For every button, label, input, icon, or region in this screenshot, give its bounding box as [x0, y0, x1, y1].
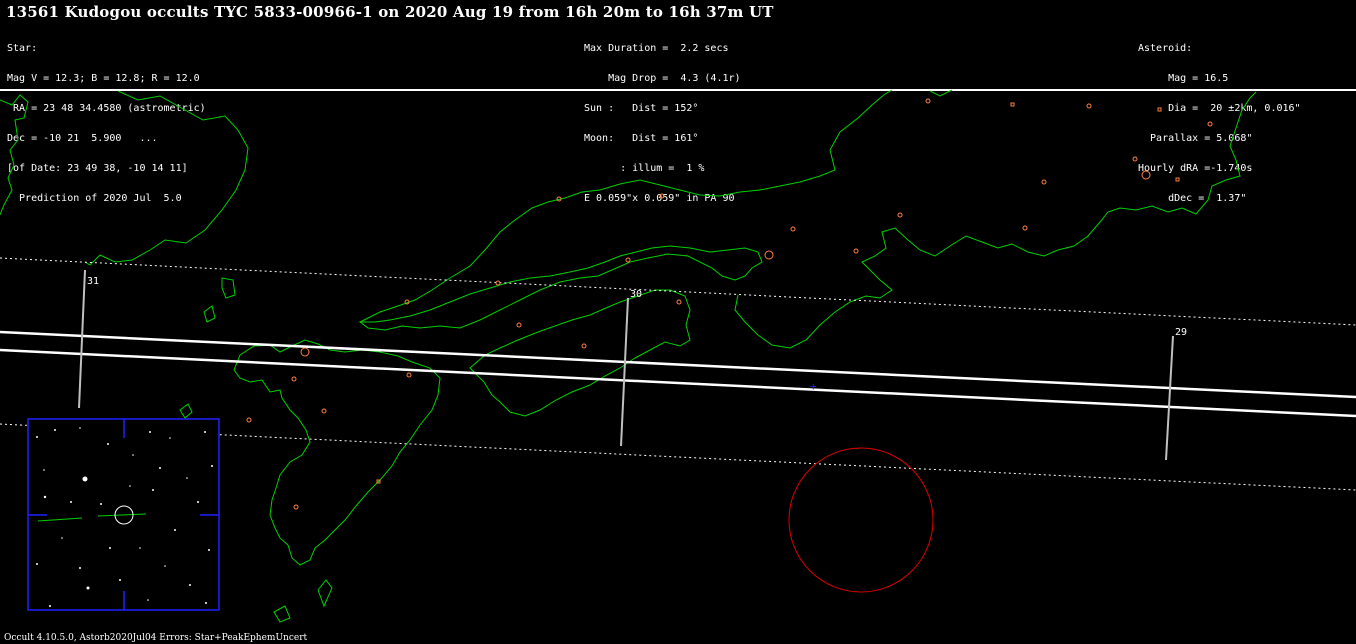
path-limit-south	[0, 348, 1356, 418]
footer-credits: Occult 4.10.5.0, Astorb2020Jul04 Errors:…	[4, 633, 308, 643]
sky-plane-circle	[788, 447, 934, 593]
coastline-yakushima	[273, 605, 291, 623]
city-marker	[581, 343, 587, 349]
city-markers	[246, 98, 1213, 510]
city-marker	[300, 347, 310, 357]
star	[119, 579, 121, 581]
star	[147, 599, 149, 601]
coastline-island-small-2	[203, 305, 216, 323]
star	[107, 443, 109, 445]
city-marker	[291, 376, 297, 382]
star	[100, 503, 102, 505]
star	[86, 586, 90, 590]
coastline-noto	[929, 89, 953, 97]
time-tick-label: 29	[1175, 327, 1187, 338]
city-marker	[1157, 107, 1162, 112]
city-marker	[1022, 225, 1028, 231]
city-marker	[1132, 156, 1138, 162]
star	[174, 529, 176, 531]
path-limit-north	[0, 330, 1356, 399]
time-tick-label: 31	[87, 276, 99, 287]
star-field-inset	[27, 418, 220, 611]
city-marker	[293, 504, 299, 510]
star	[70, 501, 72, 503]
coastline-seto-inland	[358, 245, 763, 331]
star	[61, 537, 63, 539]
coastline-kii-peninsula	[734, 91, 1257, 349]
city-marker	[625, 257, 631, 263]
city-marker	[1010, 102, 1015, 107]
city-marker	[659, 193, 665, 199]
city-marker	[1041, 179, 1047, 185]
city-marker	[676, 299, 682, 305]
star	[79, 567, 81, 569]
city-marker	[764, 250, 774, 260]
city-marker	[246, 417, 252, 423]
star	[208, 549, 210, 551]
city-marker	[1086, 103, 1092, 109]
coastline-kyushu	[233, 339, 441, 566]
star	[43, 469, 45, 471]
coastline-goto-island	[179, 403, 193, 419]
coastline-manchuria	[84, 90, 249, 266]
star	[129, 485, 131, 487]
occultation-map: 31 30 29 +	[0, 89, 1356, 623]
star	[169, 437, 171, 439]
star	[189, 584, 191, 586]
coastline-island-small	[221, 277, 236, 299]
coastline-tanegashima	[317, 579, 333, 608]
city-marker	[897, 212, 903, 218]
star	[186, 477, 188, 479]
city-marker	[516, 322, 522, 328]
time-tick-29	[1165, 335, 1174, 461]
city-marker	[1141, 170, 1151, 180]
star	[152, 489, 154, 491]
star	[49, 605, 51, 607]
star	[204, 431, 206, 433]
star	[43, 495, 47, 499]
star	[205, 602, 207, 604]
star	[82, 476, 88, 482]
star	[79, 427, 81, 429]
star	[36, 563, 38, 565]
time-tick-label: 30	[630, 289, 642, 300]
star	[197, 501, 199, 503]
star	[139, 547, 141, 549]
star	[159, 467, 161, 469]
coastline-honshu-west	[359, 89, 893, 323]
time-ticks: 31 30 29	[78, 269, 1187, 461]
city-marker	[406, 372, 412, 378]
star	[109, 547, 111, 549]
star	[211, 465, 213, 467]
uncertainty-line-north	[0, 257, 1356, 326]
city-marker	[853, 248, 859, 254]
star	[149, 431, 151, 433]
city-marker	[321, 408, 327, 414]
city-marker	[790, 226, 796, 232]
city-marker	[1207, 121, 1213, 127]
center-cross-icon: +	[810, 380, 817, 393]
time-tick-31	[78, 269, 86, 409]
coastline-korea	[0, 94, 29, 216]
star	[54, 429, 56, 431]
city-marker	[925, 98, 931, 104]
star	[36, 436, 38, 438]
star	[132, 454, 134, 456]
star	[164, 565, 166, 567]
city-marker	[1175, 177, 1180, 182]
time-tick-30	[620, 297, 629, 447]
